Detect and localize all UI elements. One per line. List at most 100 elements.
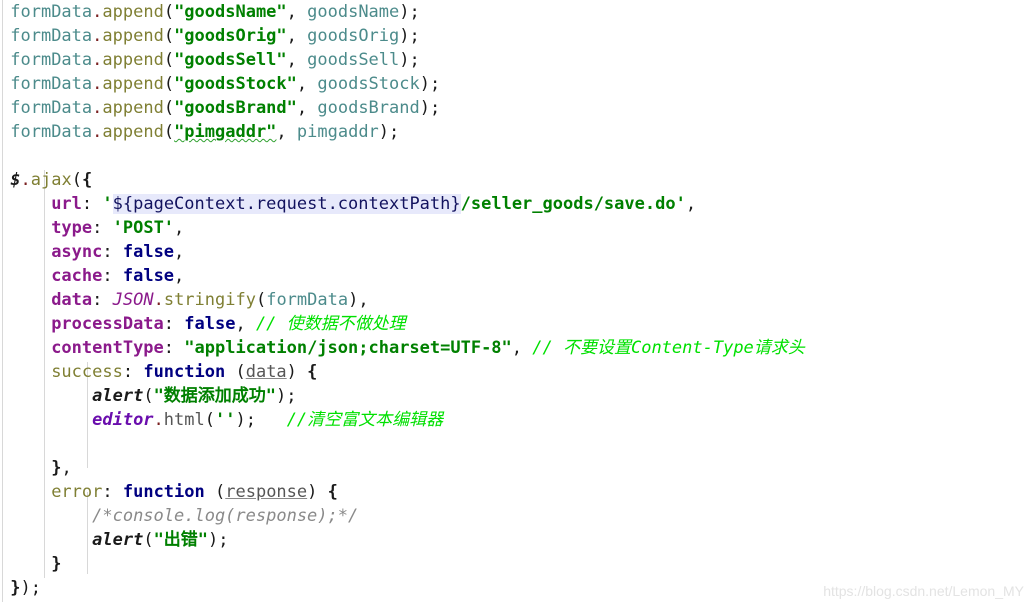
token-colon: : bbox=[92, 218, 113, 238]
token-string: "goodsOrig" bbox=[174, 26, 287, 46]
token-paren: ( bbox=[215, 482, 226, 502]
token-paren: ( bbox=[163, 122, 175, 142]
token-fn-alert: alert bbox=[92, 386, 144, 406]
token-class-json: JSON bbox=[112, 290, 154, 310]
token-comma: , bbox=[286, 26, 308, 46]
token-key-async: async bbox=[51, 242, 103, 262]
token-brace-close: } bbox=[10, 578, 21, 598]
token-brace: { bbox=[327, 482, 338, 502]
code-line-24: } bbox=[0, 552, 1034, 576]
token-comma: , bbox=[174, 266, 185, 286]
code-line-10: type: 'POST', bbox=[0, 216, 1034, 240]
token-method: append bbox=[102, 122, 164, 142]
token-string-success-msg: "数据添加成功" bbox=[153, 386, 277, 406]
token-paren: ) bbox=[399, 2, 410, 22]
token-method: append bbox=[102, 98, 164, 118]
token-dot: . bbox=[92, 98, 103, 118]
code-line-4: formData.append("goodsStock", goodsStock… bbox=[0, 72, 1034, 96]
token-comma: , bbox=[296, 98, 318, 118]
token-colon: : bbox=[92, 290, 113, 310]
token-identifier: goodsStock bbox=[317, 74, 420, 94]
token-method: append bbox=[102, 74, 164, 94]
code-line-16: success: function (data) { bbox=[0, 360, 1034, 384]
token-string: "goodsSell" bbox=[174, 50, 287, 70]
code-block[interactable]: formData.append("goodsName", goodsName);… bbox=[0, 0, 1034, 600]
token-dot: . bbox=[92, 122, 103, 142]
token-semicolon: ; bbox=[218, 530, 229, 550]
code-line-21: error: function (response) { bbox=[0, 480, 1034, 504]
token-dot: . bbox=[153, 410, 164, 430]
token-paren: ) bbox=[378, 122, 390, 142]
token-paren: ( bbox=[143, 386, 154, 406]
token-string: "goodsBrand" bbox=[174, 98, 297, 118]
token-keyword-false: false bbox=[122, 242, 175, 262]
code-line-22: /*console.log(response);*/ bbox=[0, 504, 1034, 528]
code-line-6: formData.append("pimgaddr", pimgaddr); bbox=[0, 120, 1034, 144]
token-method-ajax: ajax bbox=[30, 170, 72, 190]
token-identifier: goodsBrand bbox=[317, 98, 420, 118]
token-colon: : bbox=[102, 482, 123, 502]
token-paren: ( bbox=[71, 170, 82, 190]
token-paren: ) bbox=[399, 50, 410, 70]
token-key-url: url bbox=[51, 194, 82, 214]
token-jquery: $ bbox=[10, 170, 21, 190]
token-paren: ) bbox=[399, 26, 410, 46]
token-object: formData bbox=[10, 122, 93, 142]
code-line-5: formData.append("goodsBrand", goodsBrand… bbox=[0, 96, 1034, 120]
token-colon: : bbox=[102, 266, 123, 286]
token-paren: ) bbox=[208, 530, 219, 550]
token-key-cache: cache bbox=[51, 266, 103, 286]
token-key-data: data bbox=[51, 290, 93, 310]
token-comma: , bbox=[685, 194, 697, 214]
token-line-comment: // 不要设置Content-Type请求头 bbox=[532, 338, 805, 358]
token-colon: : bbox=[163, 314, 185, 334]
token-paren: ) bbox=[419, 98, 430, 118]
token-keyword-false: false bbox=[184, 314, 236, 334]
code-line-12: cache: false, bbox=[0, 264, 1034, 288]
token-keyword-function: function bbox=[143, 362, 226, 382]
token-dot: . bbox=[92, 74, 103, 94]
token-semicolon: ; bbox=[429, 98, 441, 118]
token-key-contenttype: contentType bbox=[51, 338, 164, 358]
token-identifier: formData bbox=[266, 290, 349, 310]
token-paren: ( bbox=[163, 74, 175, 94]
token-method: append bbox=[102, 2, 164, 22]
code-line-20: }, bbox=[0, 456, 1034, 480]
token-string-warning: "pimgaddr" bbox=[174, 122, 277, 142]
token-paren: ( bbox=[163, 50, 175, 70]
code-line-18: editor.html(''); //清空富文本编辑器 bbox=[0, 408, 1034, 432]
token-string-post: 'POST' bbox=[112, 218, 175, 238]
token-comma: , bbox=[174, 242, 185, 262]
token-key-type: type bbox=[51, 218, 93, 238]
token-keyword-function: function bbox=[122, 482, 205, 502]
token-paren: ( bbox=[255, 290, 267, 310]
token-comma: , bbox=[511, 338, 533, 358]
token-paren: ) bbox=[235, 410, 246, 430]
token-comma: , bbox=[61, 458, 72, 478]
token-dot: . bbox=[92, 50, 103, 70]
token-comma: , bbox=[358, 290, 369, 310]
token-comma: , bbox=[235, 314, 256, 334]
token-object: formData bbox=[10, 74, 93, 94]
token-string-contenttype: "application/json;charset=UTF-8" bbox=[184, 338, 512, 358]
watermark: https://blog.csdn.net/Lemon_MY bbox=[823, 583, 1024, 599]
token-object: formData bbox=[10, 26, 93, 46]
token-identifier: goodsName bbox=[307, 2, 400, 22]
code-line-7-blank bbox=[0, 144, 1034, 168]
token-dot: . bbox=[20, 170, 31, 190]
token-dot: . bbox=[153, 290, 164, 310]
token-semicolon: ; bbox=[245, 410, 287, 430]
token-semicolon: ; bbox=[409, 50, 420, 70]
token-dot: . bbox=[92, 2, 103, 22]
token-param-response: response bbox=[225, 482, 308, 502]
token-line-comment: //清空富文本编辑器 bbox=[286, 410, 444, 430]
token-comma: , bbox=[286, 2, 308, 22]
token-semicolon: ; bbox=[429, 74, 441, 94]
code-line-17: alert("数据添加成功"); bbox=[0, 384, 1034, 408]
token-quote: ' bbox=[102, 194, 113, 214]
code-line-13: data: JSON.stringify(formData), bbox=[0, 288, 1034, 312]
